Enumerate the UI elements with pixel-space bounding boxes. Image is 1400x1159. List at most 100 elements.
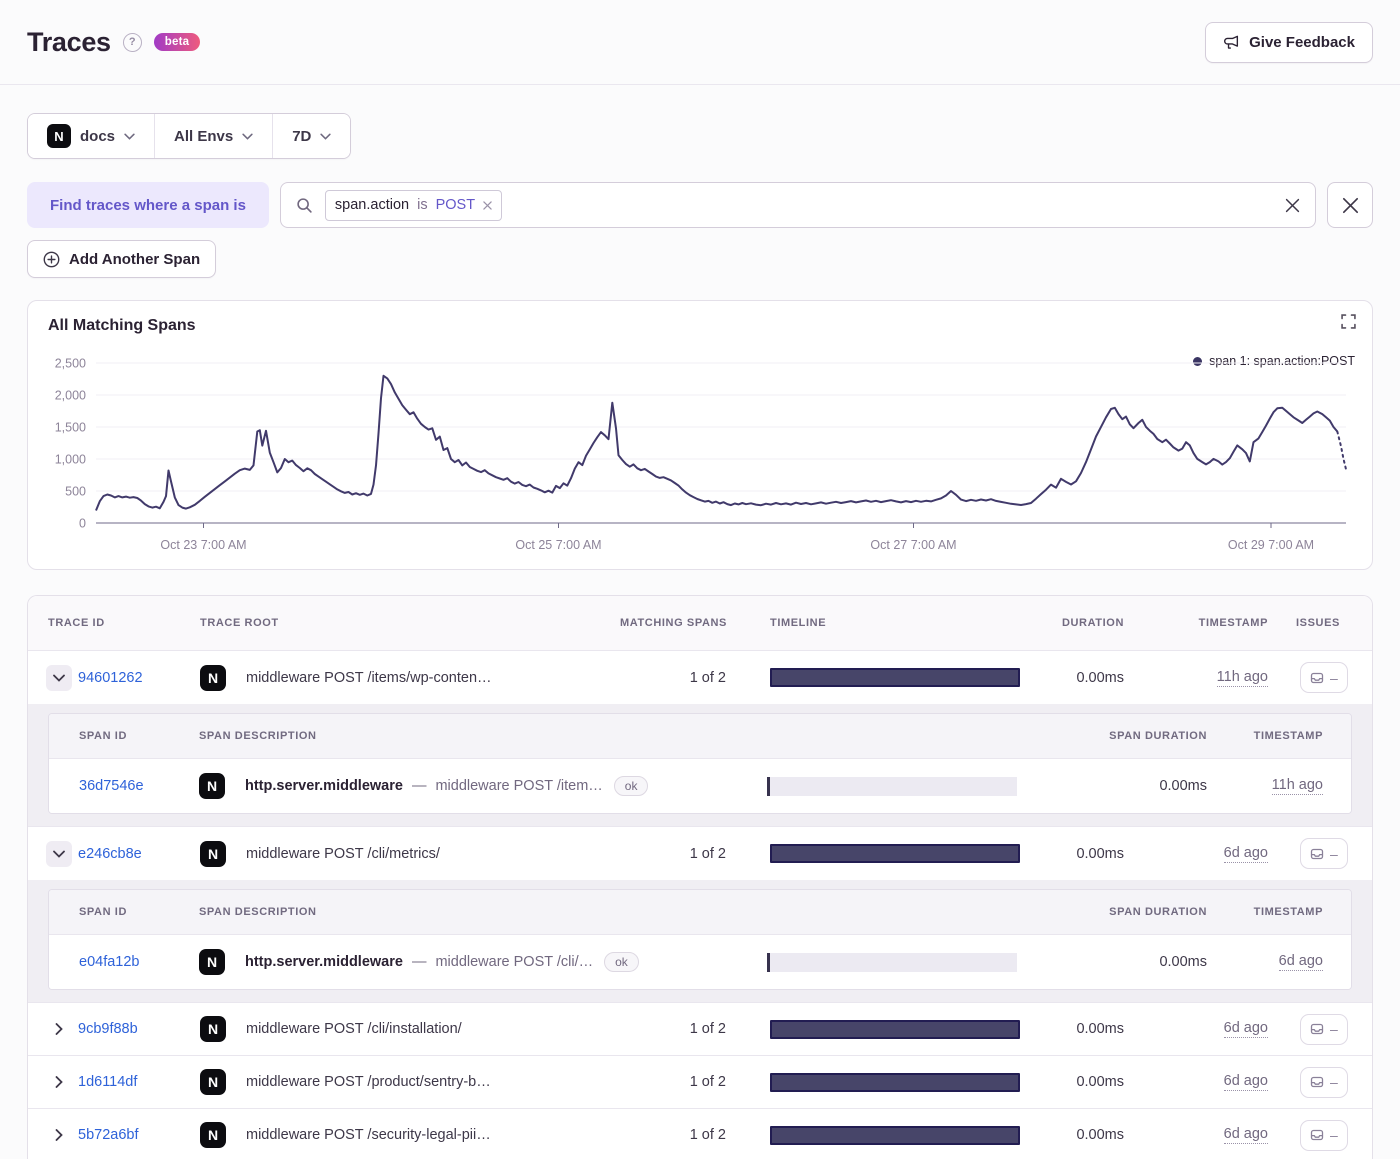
col-span-id: SPAN ID [79, 730, 128, 742]
svg-text:Oct 23 7:00 AM: Oct 23 7:00 AM [160, 538, 246, 552]
nextjs-icon: N [200, 1069, 226, 1095]
trace-id-link[interactable]: 94601262 [78, 670, 143, 686]
col-matching-spans: MATCHING SPANS [620, 617, 727, 629]
col-span-description: SPAN DESCRIPTION [199, 730, 317, 742]
issues-button[interactable]: – [1300, 662, 1348, 693]
collapse-row-chevron[interactable] [46, 840, 72, 867]
expand-row-chevron[interactable] [46, 1016, 72, 1042]
search-icon [296, 197, 313, 214]
issues-icon [1310, 671, 1324, 685]
col-issues: ISSUES [1296, 617, 1340, 629]
page-filter-bar: N docs All Envs 7D [27, 113, 352, 159]
chart-title: All Matching Spans [48, 317, 196, 334]
give-feedback-button[interactable]: Give Feedback [1205, 21, 1373, 63]
span-id-link[interactable]: e04fa12b [79, 954, 139, 970]
remove-span-query-button[interactable] [1327, 182, 1373, 228]
trace-id-link[interactable]: 9cb9f88b [78, 1021, 138, 1037]
issues-icon [1310, 847, 1324, 861]
environment-filter-label: All Envs [174, 127, 234, 145]
timestamp-value: 11h ago [1216, 668, 1268, 687]
duration-value: 0.00ms [1076, 669, 1124, 686]
svg-text:1,500: 1,500 [55, 421, 86, 435]
add-another-span-label: Add Another Span [69, 250, 201, 268]
issues-button[interactable]: – [1300, 1119, 1348, 1151]
timeline-bar [770, 1125, 1020, 1145]
timestamp-value: 6d ago [1223, 1073, 1268, 1091]
add-another-span-button[interactable]: Add Another Span [27, 240, 217, 278]
issues-button[interactable]: – [1300, 1013, 1348, 1045]
span-timeline-bar [767, 952, 1017, 972]
chevron-down-icon [320, 133, 332, 140]
issues-button[interactable]: – [1300, 1066, 1348, 1098]
span-id-link[interactable]: 36d7546e [79, 778, 144, 794]
trace-id-link[interactable]: 1d6114df [78, 1074, 137, 1090]
date-range-filter[interactable]: 7D [272, 114, 351, 158]
matching-spans-count: 1 of 2 [689, 1021, 726, 1037]
nextjs-icon: N [199, 949, 225, 975]
timestamp-value: 6d ago [1223, 1020, 1268, 1038]
trace-id-link[interactable]: e246cb8e [78, 846, 142, 862]
traces-table-header: TRACE ID TRACE ROOT MATCHING SPANS TIMEL… [28, 596, 1372, 651]
span-row: e04fa12b N http.server.middleware — midd… [49, 935, 1351, 989]
svg-text:2,500: 2,500 [55, 357, 86, 371]
col-timeline: TIMELINE [770, 617, 827, 629]
page-header: Traces ? beta Give Feedback [0, 0, 1400, 85]
issues-count: – [1330, 669, 1338, 686]
svg-text:500: 500 [65, 485, 86, 499]
svg-text:1,000: 1,000 [55, 453, 86, 467]
matching-spans-count: 1 of 2 [689, 1127, 726, 1143]
project-filter[interactable]: N docs [28, 114, 155, 158]
span-search-input[interactable]: span.action is POST [279, 182, 1316, 228]
help-icon[interactable]: ? [122, 32, 142, 52]
span-op: http.server.middleware [245, 778, 403, 794]
give-feedback-label: Give Feedback [1249, 33, 1355, 51]
span-status-badge: ok [604, 952, 639, 972]
col-trace-id: TRACE ID [48, 617, 105, 629]
duration-value: 0.00ms [1076, 1021, 1124, 1037]
trace-root-text: middleware POST /product/sentry-b… [246, 1074, 491, 1090]
svg-text:Oct 29 7:00 AM: Oct 29 7:00 AM [1228, 538, 1314, 552]
clear-search-icon[interactable] [1285, 198, 1300, 213]
table-row: 94601262 N middleware POST /items/wp-con… [28, 651, 1372, 704]
trace-root-text: middleware POST /cli/metrics/ [246, 845, 440, 862]
search-token[interactable]: span.action is POST [324, 189, 503, 221]
token-remove-icon[interactable] [483, 200, 492, 210]
expand-row-chevron[interactable] [46, 1122, 72, 1148]
find-traces-label: Find traces where a span is [27, 182, 269, 228]
expanded-span-section: SPAN ID SPAN DESCRIPTION SPAN DURATION T… [28, 704, 1372, 827]
span-table-header: SPAN ID SPAN DESCRIPTION SPAN DURATION T… [49, 714, 1351, 759]
timeline-bar [770, 668, 1020, 687]
issues-button[interactable]: – [1300, 838, 1348, 869]
timestamp-value: 6d ago [1223, 1126, 1268, 1144]
table-row: 1d6114df N middleware POST /product/sent… [28, 1056, 1372, 1109]
page-title: Traces [27, 26, 111, 57]
issues-icon [1310, 1128, 1324, 1142]
table-row: e246cb8e N middleware POST /cli/metrics/… [28, 827, 1372, 880]
token-value: POST [435, 197, 476, 213]
trace-id-link[interactable]: 5b72a6bf [78, 1127, 138, 1143]
issues-count: – [1330, 1074, 1338, 1090]
expand-row-chevron[interactable] [46, 1069, 72, 1095]
col-trace-root: TRACE ROOT [200, 617, 279, 629]
trace-root-text: middleware POST /cli/installation/ [246, 1021, 462, 1037]
col-span-id: SPAN ID [79, 906, 128, 918]
collapse-row-chevron[interactable] [46, 664, 72, 691]
traces-page: Traces ? beta Give Feedback N docs All E… [0, 0, 1400, 1159]
issues-count: – [1330, 1021, 1338, 1037]
matching-spans-count: 1 of 2 [689, 845, 726, 862]
nextjs-icon: N [199, 773, 225, 799]
span-description-text: middleware POST /item… [435, 778, 603, 794]
issues-icon [1310, 1075, 1324, 1089]
timeline-bar [770, 844, 1020, 863]
table-row: 5b72a6bf N middleware POST /security-leg… [28, 1109, 1372, 1159]
timeseries-chart: 0 500 1,000 1,500 2,000 2,500 Oct 23 7:00 AM Oc… [55, 357, 1347, 552]
span-op: http.server.middleware [245, 954, 403, 970]
matching-spans-count: 1 of 2 [689, 1074, 726, 1090]
duration-value: 0.00ms [1076, 845, 1124, 862]
chevron-down-icon [242, 133, 253, 140]
span-search-row: Find traces where a span is span.action … [27, 182, 1373, 228]
environment-filter[interactable]: All Envs [154, 114, 273, 158]
separator-dash: — [411, 778, 427, 794]
all-matching-spans-chart: All Matching Spans span 1: span.action:P… [27, 300, 1373, 570]
expand-chart-icon[interactable] [1341, 314, 1356, 329]
